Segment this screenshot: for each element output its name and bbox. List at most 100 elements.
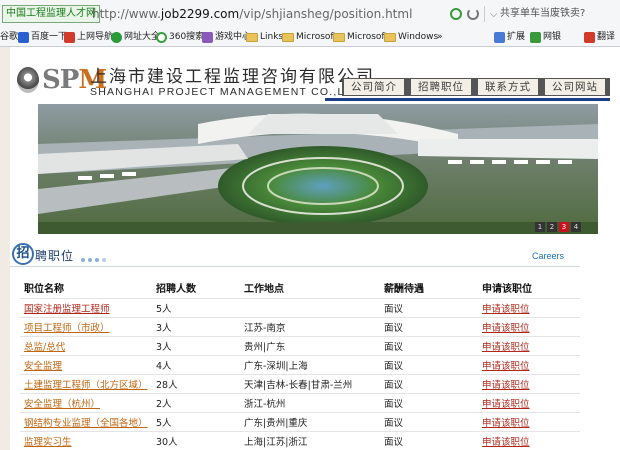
nav-underline	[325, 98, 610, 101]
job-title-link[interactable]: 国家注册监理工程师	[24, 304, 110, 315]
url-prefix: http://www.	[92, 7, 161, 21]
apply-link[interactable]: 申请该职位	[482, 399, 530, 410]
divider	[10, 266, 580, 267]
translate-label: 翻译	[597, 32, 616, 42]
gamepad-icon	[202, 31, 213, 43]
apply-link[interactable]: 申请该职位	[482, 342, 530, 353]
nav-company-intro[interactable]: 公司简介	[344, 79, 404, 95]
job-salary: 面议	[380, 373, 478, 393]
bank-button[interactable]: 网银	[530, 29, 561, 45]
apply-link[interactable]: 申请该职位	[482, 304, 530, 315]
column-header: 申请该职位	[482, 283, 532, 295]
bookmark-links[interactable]: Links	[246, 29, 283, 45]
url-path: /vip/shjiansheg/position.html	[239, 7, 413, 21]
slide-1-button[interactable]: 1	[535, 222, 545, 232]
bookmark-windows[interactable]: Windows	[384, 29, 438, 45]
bookmark-nav[interactable]: 上网导航	[64, 29, 113, 45]
apply-cell: 申请该职位	[478, 354, 580, 374]
apply-link[interactable]: 申请该职位	[482, 437, 530, 448]
job-title-cell: 钢结构专业监理（全国各地）	[20, 411, 152, 431]
slide-4-button[interactable]: 4	[571, 222, 581, 232]
table-row: 土建监理工程师（北方区域） 28人 天津|吉林-长春|甘肃-兰州 面议 申请该职…	[20, 373, 580, 393]
job-title-link[interactable]: 项目工程师（市政）	[24, 323, 110, 334]
bookmark-label: Microsoft	[347, 32, 388, 42]
apply-link[interactable]: 申请该职位	[482, 361, 530, 372]
url-field[interactable]: http://www.job2299.com/vip/shjiansheg/po…	[92, 5, 412, 23]
browser-toolbar: 中国工程监理人才网 http://www.job2299.com/vip/shj…	[0, 0, 620, 47]
bookmark-360[interactable]: 360搜索	[156, 29, 204, 45]
bank-icon	[530, 31, 541, 43]
job-salary: 面议	[380, 316, 478, 336]
bookmark-label: 网址大全	[124, 32, 161, 42]
job-count: 3人	[152, 335, 240, 355]
folder-icon	[333, 32, 345, 42]
bookmark-microsoft-1[interactable]: Microsoft	[282, 29, 337, 45]
slide-3-button[interactable]: 3	[559, 222, 569, 232]
job-location	[240, 297, 380, 317]
table-row: 监理实习生 30人 上海|江苏|浙江 面议 申请该职位	[20, 430, 580, 450]
main-nav: 公司简介 招聘职位 联系方式 公司网站	[342, 78, 610, 96]
job-title-cell: 监理实习生	[20, 430, 152, 450]
left-margin	[0, 47, 10, 450]
folder-icon	[384, 32, 396, 42]
job-title-link[interactable]: 安全监理	[24, 361, 62, 372]
apply-link[interactable]: 申请该职位	[482, 418, 530, 429]
job-count: 5人	[152, 297, 240, 317]
job-title-link[interactable]: 总监/总代	[24, 342, 65, 353]
job-salary: 面议	[380, 411, 478, 431]
apply-link[interactable]: 申请该职位	[482, 380, 530, 391]
bookmark-sites[interactable]: 网址大全	[111, 29, 160, 45]
divider	[484, 6, 485, 22]
slide-2-button[interactable]: 2	[547, 222, 557, 232]
apply-cell: 申请该职位	[478, 430, 580, 450]
job-title-cell: 总监/总代	[20, 335, 152, 355]
column-header: 薪酬待遇	[384, 283, 424, 295]
bookmark-google[interactable]: 谷歌	[0, 29, 18, 45]
translate-button[interactable]: 翻译	[584, 29, 615, 45]
bookmarks-bar: 谷歌 百度一下 上网导航 网址大全 360搜索 游戏中心 Links Micro…	[0, 28, 620, 46]
job-count: 3人	[152, 316, 240, 336]
apply-link[interactable]: 申请该职位	[482, 323, 530, 334]
nav-contact[interactable]: 联系方式	[478, 79, 538, 95]
job-salary: 面议	[380, 297, 478, 317]
bookmark-baidu[interactable]: 百度一下	[18, 29, 67, 45]
job-location: 上海|江苏|浙江	[240, 430, 380, 450]
job-title-cell: 安全监理（杭州）	[20, 392, 152, 412]
bookmark-games[interactable]: 游戏中心	[202, 29, 251, 45]
refresh-icon[interactable]	[467, 8, 479, 20]
url-domain: job2299.com	[160, 7, 240, 21]
section-title: 聘职位	[35, 249, 75, 263]
folder-icon	[282, 32, 294, 42]
apply-cell: 申请该职位	[478, 411, 580, 431]
bookmark-microsoft-2[interactable]: Microsoft	[333, 29, 388, 45]
bookmark-label: 谷歌	[0, 32, 19, 42]
apply-cell: 申请该职位	[478, 392, 580, 412]
address-bar[interactable]: 中国工程监理人才网 http://www.job2299.com/vip/shj…	[0, 3, 620, 25]
secure-icon[interactable]	[450, 8, 462, 20]
search-input[interactable]: 共享单车当废铁卖?	[496, 5, 620, 23]
nav-job-openings[interactable]: 招聘职位	[411, 79, 471, 95]
section-badge: 招	[12, 243, 34, 265]
site-tag[interactable]: 中国工程监理人才网	[2, 5, 100, 23]
job-count: 2人	[152, 392, 240, 412]
job-salary: 面议	[380, 392, 478, 412]
banner-pagination: 1 2 3 4	[535, 222, 581, 232]
job-title-link[interactable]: 安全监理（杭州）	[24, 399, 100, 410]
hero-banner	[38, 104, 598, 234]
job-title-link[interactable]: 钢结构专业监理（全国各地）	[24, 418, 148, 429]
bookmark-label: 360搜索	[169, 32, 205, 42]
table-row: 钢结构专业监理（全国各地） 5人 广东|贵州|重庆 面议 申请该职位	[20, 411, 580, 431]
certification-seal-icon	[17, 67, 39, 93]
decorative-dots-icon	[81, 258, 106, 262]
apply-cell: 申请该职位	[478, 297, 580, 317]
bookmarks-overflow[interactable]: »	[437, 29, 443, 45]
job-title-cell: 项目工程师（市政）	[20, 316, 152, 336]
job-salary: 面议	[380, 430, 478, 450]
job-title-cell: 土建监理工程师（北方区域）	[20, 373, 152, 393]
job-title-link[interactable]: 土建监理工程师（北方区域）	[24, 380, 148, 391]
airport-aerial-image	[38, 104, 598, 234]
nav-company-website[interactable]: 公司网站	[545, 79, 605, 95]
job-title-link[interactable]: 监理实习生	[24, 437, 72, 448]
extensions-button[interactable]: 扩展	[494, 29, 525, 45]
apply-cell: 申请该职位	[478, 316, 580, 336]
